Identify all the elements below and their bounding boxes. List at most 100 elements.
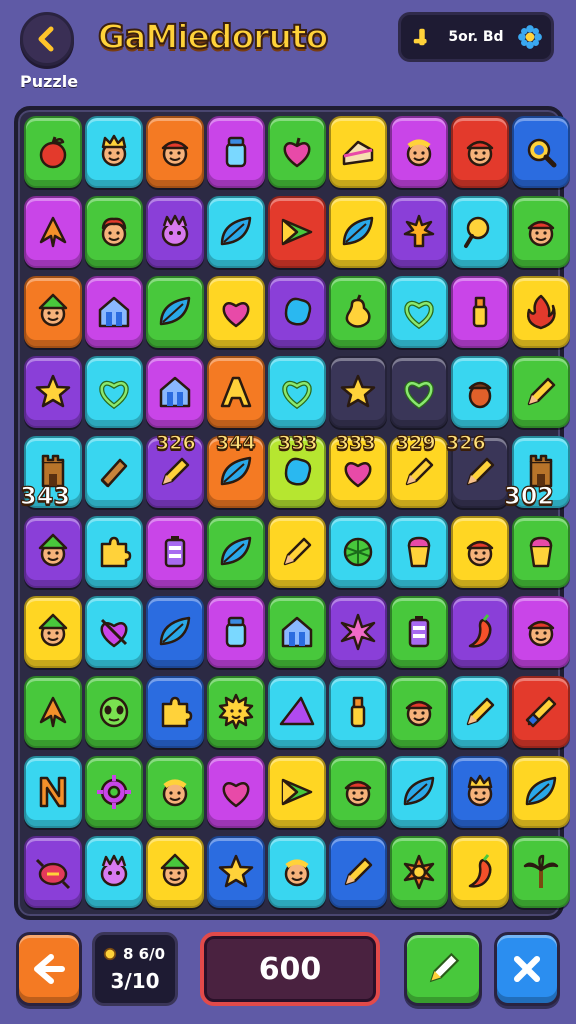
game-tile[interactable]: [329, 836, 387, 908]
game-tile[interactable]: [85, 116, 143, 188]
game-tile[interactable]: [146, 196, 204, 268]
game-tile[interactable]: [146, 756, 204, 828]
game-tile[interactable]: [24, 516, 82, 588]
game-tile[interactable]: [451, 196, 509, 268]
game-tile[interactable]: [329, 516, 387, 588]
game-tile[interactable]: [268, 196, 326, 268]
undo-button[interactable]: [16, 932, 82, 1006]
game-tile[interactable]: [146, 356, 204, 428]
game-tile[interactable]: [329, 196, 387, 268]
game-tile[interactable]: [207, 196, 265, 268]
gear-icon[interactable]: [517, 24, 543, 50]
game-tile[interactable]: [146, 836, 204, 908]
game-tile[interactable]: [85, 756, 143, 828]
game-tile[interactable]: [451, 116, 509, 188]
game-tile[interactable]: [146, 276, 204, 348]
smile-face-icon: [406, 139, 432, 167]
game-tile[interactable]: [451, 276, 509, 348]
shell-icon: [343, 537, 373, 567]
sun-face-icon: [218, 693, 254, 730]
game-tile[interactable]: [85, 196, 143, 268]
game-tile[interactable]: [268, 356, 326, 428]
game-tile[interactable]: [390, 516, 448, 588]
back-button[interactable]: [20, 12, 74, 66]
game-tile[interactable]: [146, 676, 204, 748]
game-tile[interactable]: [146, 596, 204, 668]
game-tile[interactable]: [207, 596, 265, 668]
game-tile[interactable]: [207, 836, 265, 908]
triangle-flag-icon: [281, 778, 313, 806]
game-tile[interactable]: [207, 276, 265, 348]
game-tile[interactable]: [146, 116, 204, 188]
game-tile[interactable]: [512, 516, 570, 588]
game-tile[interactable]: [268, 676, 326, 748]
game-tile[interactable]: [329, 756, 387, 828]
game-tile[interactable]: [85, 516, 143, 588]
game-tile[interactable]: [268, 836, 326, 908]
game-tile[interactable]: [85, 276, 143, 348]
game-tile[interactable]: [451, 836, 509, 908]
game-tile[interactable]: [207, 116, 265, 188]
game-tile[interactable]: [329, 596, 387, 668]
game-tile[interactable]: [512, 676, 570, 748]
hint-button[interactable]: [404, 932, 482, 1006]
game-tile[interactable]: [207, 676, 265, 748]
game-tile[interactable]: [146, 516, 204, 588]
game-tile[interactable]: [24, 276, 82, 348]
heart-icon: [344, 462, 372, 488]
game-tile[interactable]: [24, 836, 82, 908]
game-tile[interactable]: [85, 356, 143, 428]
game-tile[interactable]: [451, 756, 509, 828]
game-tile[interactable]: [390, 196, 448, 268]
game-tile[interactable]: [24, 116, 82, 188]
game-tile[interactable]: [451, 356, 509, 428]
game-tile[interactable]: [390, 596, 448, 668]
moves-panel: 8 6/0 3/10: [92, 932, 178, 1006]
hat-face-icon: [405, 700, 433, 727]
game-tile[interactable]: [512, 836, 570, 908]
star-icon: [35, 374, 71, 408]
leaf-icon: [342, 216, 374, 246]
game-tile[interactable]: [329, 276, 387, 348]
game-tile[interactable]: [329, 676, 387, 748]
game-tile[interactable]: [329, 356, 387, 428]
game-tile[interactable]: [268, 596, 326, 668]
score-pill[interactable]: 5or. Bd: [398, 12, 554, 62]
game-tile[interactable]: [24, 356, 82, 428]
game-tile[interactable]: [512, 756, 570, 828]
game-tile[interactable]: [512, 276, 570, 348]
game-tile[interactable]: [390, 836, 448, 908]
game-tile[interactable]: [268, 276, 326, 348]
game-tile[interactable]: [268, 116, 326, 188]
game-tile[interactable]: [85, 436, 143, 508]
game-tile[interactable]: [207, 356, 265, 428]
game-tile[interactable]: [24, 596, 82, 668]
hat-face-icon: [466, 540, 494, 567]
game-tile[interactable]: [24, 196, 82, 268]
game-tile[interactable]: [207, 516, 265, 588]
game-tile[interactable]: [85, 596, 143, 668]
game-tile[interactable]: [24, 756, 82, 828]
game-tile[interactable]: [390, 116, 448, 188]
game-tile[interactable]: [512, 116, 570, 188]
game-tile[interactable]: [451, 516, 509, 588]
game-tile[interactable]: [85, 836, 143, 908]
game-tile[interactable]: [512, 356, 570, 428]
game-tile[interactable]: [512, 196, 570, 268]
game-tile[interactable]: [390, 756, 448, 828]
game-tile[interactable]: [268, 516, 326, 588]
close-button[interactable]: [494, 932, 560, 1006]
game-tile[interactable]: [24, 676, 82, 748]
game-tile[interactable]: [268, 756, 326, 828]
game-tile[interactable]: [451, 596, 509, 668]
game-tile[interactable]: [329, 116, 387, 188]
game-tile[interactable]: [451, 676, 509, 748]
heart-outline-icon: [404, 300, 434, 330]
game-tile[interactable]: [390, 676, 448, 748]
game-tile[interactable]: [512, 596, 570, 668]
game-tile[interactable]: [207, 756, 265, 828]
game-tile[interactable]: [390, 276, 448, 348]
game-tile[interactable]: [390, 356, 448, 428]
combo-label: 326: [155, 431, 196, 454]
game-tile[interactable]: [85, 676, 143, 748]
